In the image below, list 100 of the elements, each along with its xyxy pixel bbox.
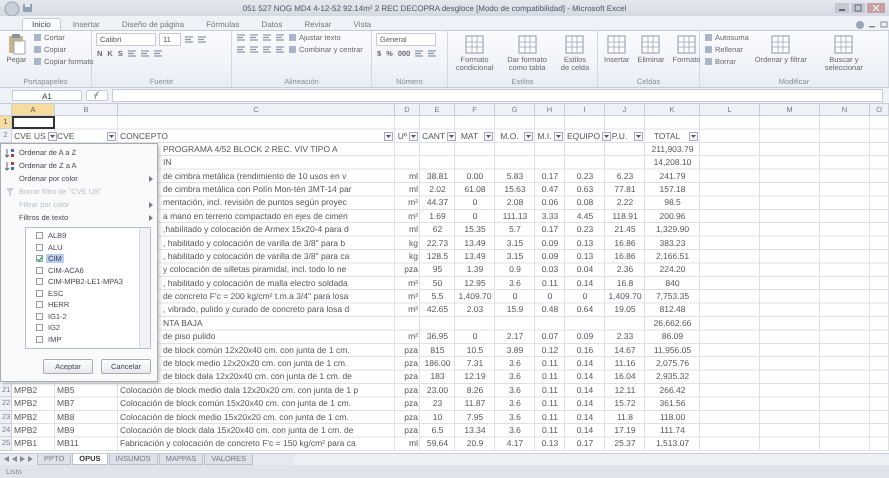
table-cell-text: , habilitado y colocación de varilla de 3/8" para b — [162, 236, 346, 250]
table-cell-text: pza — [403, 410, 419, 424]
table-cell-text: 0 — [582, 290, 588, 304]
format-icon[interactable] — [427, 49, 438, 58]
format-icon[interactable] — [152, 49, 163, 58]
filter-button[interactable] — [447, 132, 456, 141]
checkbox[interactable] — [36, 301, 43, 308]
format-icon[interactable] — [262, 33, 272, 42]
table-cell-text: 5.7 — [508, 223, 522, 236]
function-icon[interactable] — [86, 90, 108, 101]
format-icon[interactable] — [249, 33, 259, 42]
sheet-icon — [640, 33, 662, 55]
table-cell-text: 0.14 — [576, 410, 594, 424]
table-cell-text: 2.08 — [506, 196, 524, 210]
table-cell-text: 15.35 — [463, 223, 487, 236]
table-cell-text: 266.42 — [658, 384, 686, 397]
minimize-icon[interactable] — [835, 3, 849, 13]
table-cell-text: 16.8 — [616, 276, 634, 290]
checkbox[interactable] — [36, 255, 43, 262]
dropdown-arrow-icon — [691, 134, 696, 138]
save-icon[interactable] — [22, 3, 34, 13]
format-icon[interactable] — [236, 45, 246, 54]
table-cell-text: de concreto F'c = 200 kg/cm² t.m.a 3/4" para losa — [162, 290, 350, 304]
table-cell-text: 13.49 — [463, 236, 487, 250]
close-icon[interactable] — [867, 3, 885, 13]
checkbox[interactable] — [36, 336, 43, 343]
filter-button[interactable] — [384, 132, 393, 141]
name-box[interactable]: A1 — [12, 90, 82, 101]
table-cell-text: 4.17 — [506, 437, 524, 450]
filter-button[interactable] — [602, 132, 612, 141]
ribbon-tab[interactable]: Datos — [251, 18, 292, 30]
table-cell-text: 2.17 — [506, 330, 524, 344]
checkbox[interactable] — [36, 312, 43, 320]
table-cell-text: 44.37 — [426, 196, 450, 210]
table-cell-text: 0.09 — [576, 330, 594, 344]
filter-button[interactable] — [409, 132, 418, 141]
format-icon[interactable] — [140, 49, 150, 58]
format-icon[interactable] — [126, 49, 137, 58]
table-cell-text: 0.12 — [540, 344, 560, 357]
table-cell-text: 0.04 — [576, 263, 594, 276]
format-icon[interactable] — [184, 35, 194, 44]
table-cell-text: 6.23 — [616, 170, 634, 183]
table-cell-text: 1,409.70 — [457, 290, 493, 304]
format-icon[interactable] — [275, 33, 285, 42]
checkbox[interactable] — [36, 244, 43, 251]
window-title: 051 527 NOG MD4 4-12-52 92.14m² 2 REC DECOPRA desgloce [Modo de compatibilidad] - Microsoft Excel — [242, 4, 628, 12]
table-cell-text: 0.17 — [540, 170, 560, 183]
filter-button[interactable] — [107, 132, 116, 141]
active-cell[interactable] — [12, 116, 55, 130]
ribbon-tab[interactable]: Vista — [343, 18, 382, 30]
filter-button[interactable] — [634, 132, 643, 141]
table-cell-text: 0.11 — [541, 370, 559, 384]
format-icon[interactable] — [249, 45, 259, 54]
table-cell-text: 20.9 — [466, 437, 484, 450]
filter-button[interactable] — [524, 132, 533, 141]
ribbon-tab[interactable]: Fórmulas — [196, 18, 250, 30]
check-icon — [36, 256, 42, 262]
format-icon[interactable] — [275, 45, 285, 54]
ribbon-tab[interactable]: Diseño de página — [112, 18, 194, 30]
filter-button[interactable] — [484, 132, 493, 141]
ribbon-tab[interactable]: Revisar — [294, 18, 342, 30]
sort-descending-icon — [5, 160, 15, 170]
sheet-icon — [770, 33, 792, 55]
table-cell-text: 0.07 — [540, 330, 560, 344]
checkbox[interactable] — [36, 266, 43, 274]
table-cell-text: 0.11 — [541, 276, 559, 290]
table-cell-text: 36.95 — [426, 330, 450, 344]
table-cell-text: mentación, incl. revisión de puntos según proyec — [162, 196, 348, 210]
table-cell-text: 10 — [432, 410, 444, 424]
horizontal-scrollbar[interactable] — [294, 454, 889, 465]
scrollbar[interactable] — [139, 228, 150, 348]
ribbon-tab[interactable]: Inicio — [22, 18, 61, 30]
checkbox[interactable] — [36, 290, 43, 297]
table-cell-text: 0.14 — [576, 397, 594, 410]
table-cell-text: pza — [403, 357, 419, 370]
format-icon[interactable] — [414, 49, 424, 58]
format-icon[interactable] — [262, 45, 272, 54]
restore-icon[interactable] — [879, 20, 889, 30]
table-cell-text: 2.33 — [616, 330, 634, 344]
table-cell-text: 2.22 — [616, 196, 634, 210]
table-cell-text: 38.81 — [426, 170, 450, 183]
filter-button[interactable] — [554, 132, 563, 141]
checkbox[interactable] — [36, 324, 43, 332]
maximize-icon[interactable] — [851, 3, 865, 13]
table-cell-text: 0.13 — [576, 250, 594, 263]
table-cell-text: Colocación de block medio dala 12x20x20 cm. con junta de 1 p — [119, 384, 360, 397]
checkbox[interactable] — [36, 278, 43, 286]
formula-field[interactable] — [112, 89, 883, 102]
format-icon[interactable] — [236, 33, 246, 42]
table-cell-text: ml — [408, 182, 419, 196]
filter-button[interactable] — [689, 132, 698, 141]
table-cell-text: MB8 — [56, 410, 76, 424]
checkbox[interactable] — [36, 232, 43, 240]
sheet-icon — [606, 33, 628, 55]
table-cell-text: 224.20 — [658, 263, 686, 276]
table-cell-text: 14,208.10 — [652, 156, 692, 170]
filter-button[interactable] — [48, 132, 57, 141]
format-icon[interactable] — [197, 35, 207, 44]
table-cell-text: de block común 12x20x40 cm. con junta de 1 cm. — [162, 344, 351, 357]
ribbon-tab[interactable]: Insertar — [62, 18, 110, 30]
